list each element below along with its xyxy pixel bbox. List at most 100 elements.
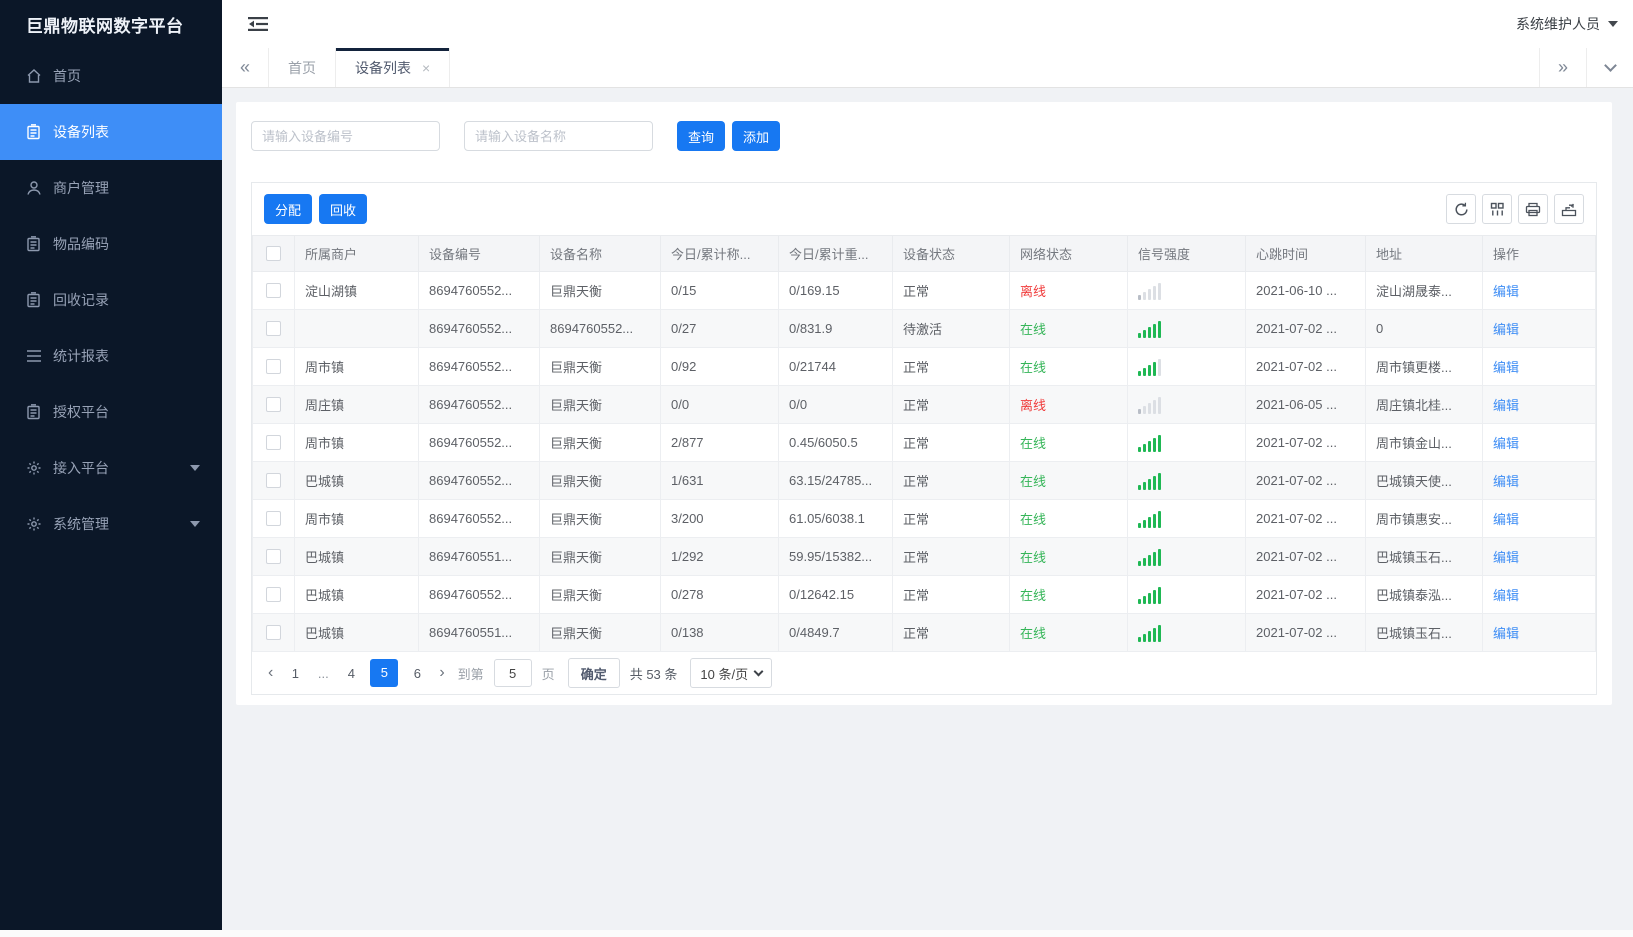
row-select-cell: [252, 309, 295, 348]
tab-device-list[interactable]: 设备列表 ×: [336, 48, 451, 87]
cell-today-count: 0/138: [660, 613, 779, 652]
row-checkbox[interactable]: [266, 625, 281, 640]
row-checkbox[interactable]: [266, 435, 281, 450]
edit-link[interactable]: 编辑: [1493, 436, 1519, 451]
cell-address: 巴城镇玉石...: [1365, 537, 1483, 576]
cell-net-status: 在线: [1009, 347, 1128, 386]
cell-device-name: 巨鼎天衡: [539, 347, 661, 386]
edit-link[interactable]: 编辑: [1493, 474, 1519, 489]
cell-heartbeat: 2021-07-02 ...: [1245, 309, 1366, 348]
sidebar-item-access-platform[interactable]: 接入平台: [0, 440, 222, 496]
cell-today-count: 0/15: [660, 271, 779, 310]
edit-link[interactable]: 编辑: [1493, 588, 1519, 603]
cell-today-count: 3/200: [660, 499, 779, 538]
sidebar-item-device-list[interactable]: 设备列表: [0, 104, 222, 160]
page-unit-label: 页: [541, 666, 555, 682]
row-checkbox[interactable]: [266, 587, 281, 602]
table-row: 巴城镇 8694760551... 巨鼎天衡 1/292 59.95/15382... 正…: [252, 537, 1596, 576]
cell-device-no: 8694760552...: [418, 423, 540, 462]
next-page-icon[interactable]: ›: [436, 664, 447, 682]
cell-today-weight: 59.95/15382...: [778, 537, 893, 576]
print-icon[interactable]: [1518, 194, 1548, 224]
cell-net-status: 离线: [1009, 385, 1128, 424]
user-name: 系统维护人员: [1516, 16, 1600, 32]
device-name-input[interactable]: [464, 121, 653, 151]
cell-device-status: 正常: [892, 271, 1010, 310]
recycle-button[interactable]: 回收: [319, 194, 368, 224]
select-all-checkbox[interactable]: [266, 246, 281, 261]
cell-action: 编辑: [1482, 613, 1596, 652]
edit-link[interactable]: 编辑: [1493, 512, 1519, 527]
tab-home[interactable]: 首页: [269, 48, 336, 87]
prev-page-icon[interactable]: ‹: [265, 664, 276, 682]
sidebar-item-auth-platform[interactable]: 授权平台: [0, 384, 222, 440]
row-checkbox[interactable]: [266, 397, 281, 412]
sidebar-item-system-mgmt[interactable]: 系统管理: [0, 496, 222, 552]
tab-bar-controls: »: [1539, 48, 1633, 87]
edit-link[interactable]: 编辑: [1493, 284, 1519, 299]
home-icon: [25, 68, 42, 85]
row-checkbox[interactable]: [266, 321, 281, 336]
edit-link[interactable]: 编辑: [1493, 626, 1519, 641]
tabs-menu-icon[interactable]: [1586, 48, 1633, 87]
add-button[interactable]: 添加: [732, 121, 781, 151]
main-area: 系统维护人员 « 首页 设备列表 × » 查询: [222, 0, 1633, 930]
user-menu[interactable]: 系统维护人员: [1516, 14, 1618, 34]
column-header-merchant: 所属商户: [294, 235, 419, 272]
tabs-scroll-left-icon[interactable]: «: [222, 48, 269, 87]
assign-button[interactable]: 分配: [264, 194, 313, 224]
page-number-5[interactable]: 5: [370, 659, 399, 687]
page-number-1[interactable]: 1: [286, 666, 304, 681]
close-icon[interactable]: ×: [422, 60, 430, 76]
row-checkbox[interactable]: [266, 549, 281, 564]
cell-heartbeat: 2021-07-02 ...: [1245, 613, 1366, 652]
edit-link[interactable]: 编辑: [1493, 550, 1519, 565]
sidebar-item-recycle-records[interactable]: 回收记录: [0, 272, 222, 328]
cell-heartbeat: 2021-06-10 ...: [1245, 271, 1366, 310]
refresh-icon[interactable]: [1446, 194, 1476, 224]
sidebar-item-home[interactable]: 首页: [0, 48, 222, 104]
sidebar-item-merchant-mgmt[interactable]: 商户管理: [0, 160, 222, 216]
column-header-action: 操作: [1482, 235, 1596, 272]
device-list-card: 查询 添加 分配 回收: [236, 102, 1612, 705]
sidebar-collapse-icon[interactable]: [248, 16, 268, 32]
page-size-select[interactable]: 10 条/页: [690, 658, 773, 688]
export-icon[interactable]: [1554, 194, 1584, 224]
cell-address: 周庄镇北桂...: [1365, 385, 1483, 424]
query-button[interactable]: 查询: [677, 121, 726, 151]
edit-link[interactable]: 编辑: [1493, 322, 1519, 337]
cell-today-count: 0/278: [660, 575, 779, 614]
goto-page-input[interactable]: [493, 659, 532, 687]
row-checkbox[interactable]: [266, 359, 281, 374]
edit-link[interactable]: 编辑: [1493, 398, 1519, 413]
edit-link[interactable]: 编辑: [1493, 360, 1519, 375]
device-no-input[interactable]: [251, 121, 440, 151]
document-icon: [25, 292, 42, 309]
row-checkbox[interactable]: [266, 511, 281, 526]
sidebar-item-label: 首页: [53, 68, 81, 84]
cell-net-status: 在线: [1009, 499, 1128, 538]
page-number-6[interactable]: 6: [408, 666, 426, 681]
signal-bars: [1138, 586, 1235, 604]
cell-device-no: 8694760551...: [418, 613, 540, 652]
top-bar: 系统维护人员: [222, 0, 1633, 48]
bottom-strip: [0, 930, 1633, 937]
signal-bars: [1138, 472, 1235, 490]
row-checkbox[interactable]: [266, 473, 281, 488]
sidebar-item-statistics[interactable]: 统计报表: [0, 328, 222, 384]
columns-icon[interactable]: [1482, 194, 1512, 224]
page-number-4[interactable]: 4: [342, 666, 360, 681]
cell-merchant: 淀山湖镇: [294, 271, 419, 310]
confirm-button[interactable]: 确定: [567, 658, 620, 688]
cell-device-name: 8694760552...: [539, 309, 661, 348]
cell-device-status: 正常: [892, 499, 1010, 538]
row-checkbox[interactable]: [266, 283, 281, 298]
cell-signal: [1127, 499, 1246, 538]
tabs-scroll-right-icon[interactable]: »: [1539, 48, 1586, 87]
cell-heartbeat: 2021-07-02 ...: [1245, 537, 1366, 576]
column-header-net-status: 网络状态: [1009, 235, 1128, 272]
sidebar-item-item-codes[interactable]: 物品编码: [0, 216, 222, 272]
net-status-badge: 在线: [1020, 322, 1047, 337]
sidebar-item-label: 统计报表: [53, 348, 109, 364]
cell-device-no: 8694760552...: [418, 347, 540, 386]
